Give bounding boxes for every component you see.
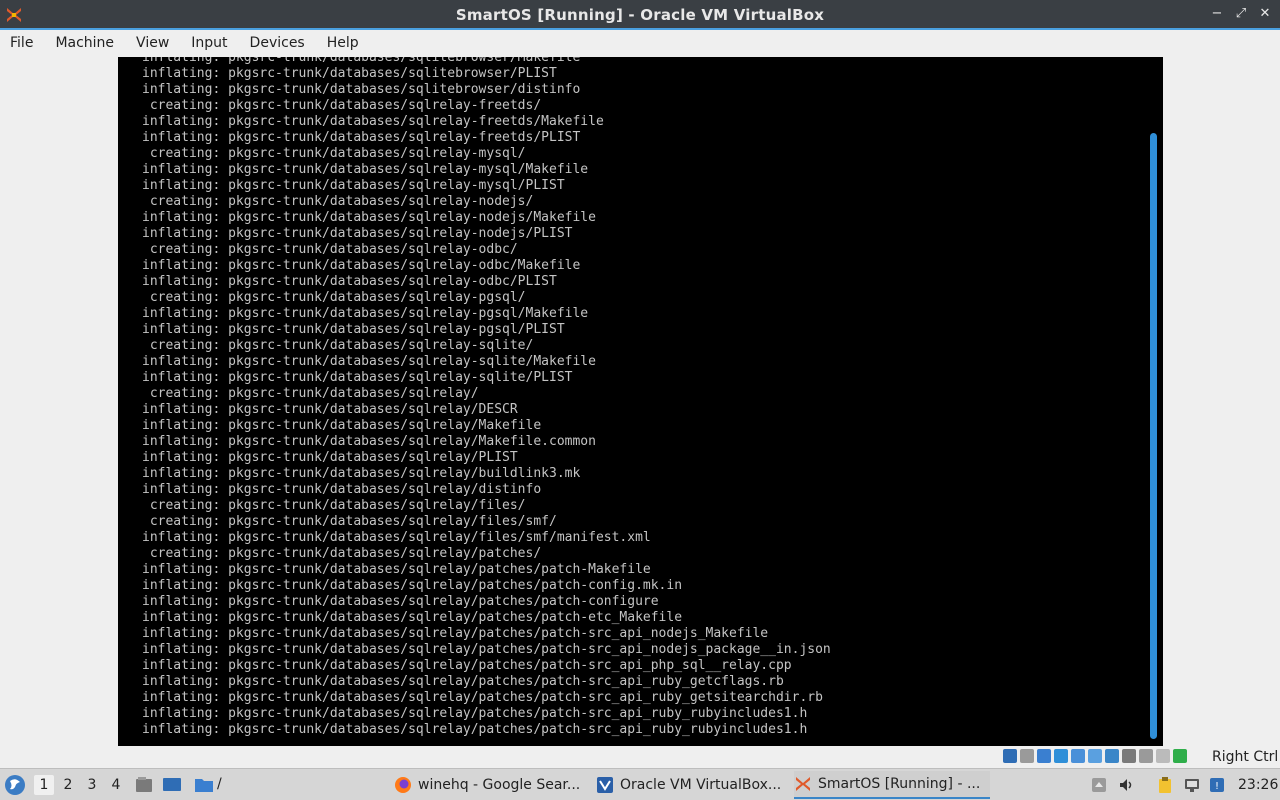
console-line: creating: pkgsrc-trunk/databases/sqlrela… [142, 514, 557, 529]
console-line: creating: pkgsrc-trunk/databases/sqlrela… [142, 98, 542, 113]
console-line: creating: pkgsrc-trunk/databases/sqlrela… [142, 546, 542, 561]
console-line: creating: pkgsrc-trunk/databases/sqlrela… [142, 194, 534, 209]
virtualbox-vm-icon [796, 777, 810, 791]
window-title: SmartOS [Running] - Oracle VM VirtualBox [455, 6, 825, 24]
workspace-2[interactable]: 2 [58, 777, 78, 793]
status-icons [1003, 749, 1187, 763]
console-line: creating: pkgsrc-trunk/databases/sqlrela… [142, 146, 526, 161]
console-line: inflating: pkgsrc-trunk/databases/sqlrel… [142, 562, 651, 577]
minimize-button[interactable]: − [1210, 6, 1224, 22]
folder-icon[interactable] [194, 776, 214, 794]
start-menu-icon[interactable] [4, 774, 26, 796]
close-button[interactable]: ✕ [1258, 6, 1272, 22]
console-line: inflating: pkgsrc-trunk/databases/sqlrel… [142, 354, 596, 369]
task-label: winehq - Google Sear... [418, 777, 581, 793]
console-line: creating: pkgsrc-trunk/databases/sqlrela… [142, 386, 479, 401]
menu-devices[interactable]: Devices [250, 35, 305, 51]
clipboard-icon[interactable] [1156, 776, 1174, 794]
console-line: inflating: pkgsrc-trunk/databases/sqlrel… [142, 418, 542, 433]
workspace-3[interactable]: 3 [82, 777, 102, 793]
console-line: inflating: pkgsrc-trunk/databases/sqlrel… [142, 306, 589, 321]
console-line: creating: pkgsrc-trunk/databases/sqlrela… [142, 290, 526, 305]
hard-disk-icon[interactable] [1003, 749, 1017, 763]
console-line: creating: pkgsrc-trunk/databases/sqlrela… [142, 242, 518, 257]
console-line: inflating: pkgsrc-trunk/databases/sqlrel… [142, 450, 518, 465]
task-label: SmartOS [Running] - ... [818, 776, 981, 792]
console-line: inflating: pkgsrc-trunk/databases/sqlrel… [142, 434, 596, 449]
console-line: inflating: pkgsrc-trunk/databases/sqlrel… [142, 690, 823, 705]
desktop-icon[interactable] [162, 776, 182, 794]
console-line: inflating: pkgsrc-trunk/databases/sqlrel… [142, 274, 557, 289]
menu-file[interactable]: File [10, 35, 33, 51]
console-line: inflating: pkgsrc-trunk/databases/sqlrel… [142, 114, 604, 129]
task-virtualbox-manager[interactable]: Oracle VM VirtualBox... [596, 771, 786, 799]
workspace-1[interactable]: 1 [34, 775, 54, 795]
cpu-icon[interactable] [1139, 749, 1153, 763]
audio-icon[interactable] [1037, 749, 1051, 763]
menu-bar: File Machine View Input Devices Help [0, 30, 1280, 56]
console-line: inflating: pkgsrc-trunk/databases/sqlrel… [142, 482, 542, 497]
optical-drive-icon[interactable] [1020, 749, 1034, 763]
console-line: inflating: pkgsrc-trunk/databases/sqlrel… [142, 594, 659, 609]
console-line: inflating: pkgsrc-trunk/databases/sqlrel… [142, 210, 596, 225]
file-manager-icon[interactable] [134, 776, 154, 794]
console-line: inflating: pkgsrc-trunk/databases/sqlrel… [142, 466, 581, 481]
console-line: inflating: pkgsrc-trunk/databases/sqlrel… [142, 402, 518, 417]
mouse-integration-icon[interactable] [1156, 749, 1170, 763]
console-line: creating: pkgsrc-trunk/databases/sqlrela… [142, 338, 534, 353]
console-line: inflating: pkgsrc-trunk/databases/sqlrel… [142, 130, 581, 145]
console-line: inflating: pkgsrc-trunk/databases/sqlite… [142, 82, 581, 97]
task-firefox[interactable]: winehq - Google Sear... [394, 771, 584, 799]
host-key-label[interactable]: Right Ctrl [1212, 749, 1278, 765]
console-line: inflating: pkgsrc-trunk/databases/sqlrel… [142, 578, 683, 593]
virtualbox-manager-icon [597, 777, 613, 793]
console-line: inflating: pkgsrc-trunk/databases/sqlrel… [142, 722, 808, 737]
console-line: inflating: pkgsrc-trunk/databases/sqlrel… [142, 370, 573, 385]
menu-help[interactable]: Help [327, 35, 359, 51]
console-line: inflating: pkgsrc-trunk/databases/sqlrel… [142, 258, 581, 273]
console-line: inflating: pkgsrc-trunk/databases/sqlrel… [142, 706, 808, 721]
menu-view[interactable]: View [136, 35, 169, 51]
tray-up-arrow-icon[interactable] [1090, 776, 1108, 794]
network-icon[interactable] [1054, 749, 1068, 763]
console-line: inflating: pkgsrc-trunk/databases/sqlrel… [142, 674, 784, 689]
clock[interactable]: 23:26 [1238, 777, 1278, 793]
console-output: inflating: pkgsrc-trunk/databases/sqlite… [142, 57, 1163, 738]
console-line: inflating: pkgsrc-trunk/databases/sqlrel… [142, 178, 565, 193]
shared-folder-icon[interactable] [1088, 749, 1102, 763]
console-line: inflating: pkgsrc-trunk/databases/sqlrel… [142, 642, 831, 657]
console-line: inflating: pkgsrc-trunk/databases/sqlrel… [142, 162, 589, 177]
workspace-4[interactable]: 4 [106, 777, 126, 793]
console-line: inflating: pkgsrc-trunk/databases/sqlrel… [142, 610, 683, 625]
task-smartos-vm[interactable]: SmartOS [Running] - ... [794, 771, 990, 799]
recording-icon[interactable] [1122, 749, 1136, 763]
console-line: creating: pkgsrc-trunk/databases/sqlrela… [142, 498, 526, 513]
firefox-icon [395, 777, 411, 793]
volume-icon[interactable] [1118, 776, 1136, 794]
svg-text:!: ! [1215, 781, 1219, 792]
console-line: inflating: pkgsrc-trunk/databases/sqlrel… [142, 322, 565, 337]
console-line: inflating: pkgsrc-trunk/databases/sqlrel… [142, 658, 792, 673]
status-bar: Right Ctrl [0, 746, 1280, 768]
vm-display[interactable]: inflating: pkgsrc-trunk/databases/sqlite… [118, 57, 1163, 746]
folder-path-label[interactable]: / [217, 776, 222, 792]
task-label: Oracle VM VirtualBox... [620, 777, 782, 793]
console-line: inflating: pkgsrc-trunk/databases/sqlite… [142, 57, 581, 65]
network-icon[interactable] [1183, 776, 1201, 794]
console-line: inflating: pkgsrc-trunk/databases/sqlrel… [142, 530, 651, 545]
console-line: inflating: pkgsrc-trunk/databases/sqlrel… [142, 626, 769, 641]
taskbar: 1 2 3 4 / winehq - Google Sear... Oracle… [0, 768, 1280, 800]
notifications-icon[interactable]: ! [1208, 776, 1226, 794]
usb-icon[interactable] [1071, 749, 1085, 763]
menu-input[interactable]: Input [191, 35, 227, 51]
maximize-button[interactable]: ⤢ [1234, 6, 1248, 22]
keyboard-capture-icon[interactable] [1173, 749, 1187, 763]
console-line: inflating: pkgsrc-trunk/databases/sqlite… [142, 66, 557, 81]
console-scrollbar[interactable] [1150, 133, 1157, 739]
display-icon[interactable] [1105, 749, 1119, 763]
window-titlebar[interactable]: SmartOS [Running] - Oracle VM VirtualBox… [0, 0, 1280, 30]
console-line: inflating: pkgsrc-trunk/databases/sqlrel… [142, 226, 573, 241]
menu-machine[interactable]: Machine [55, 35, 114, 51]
